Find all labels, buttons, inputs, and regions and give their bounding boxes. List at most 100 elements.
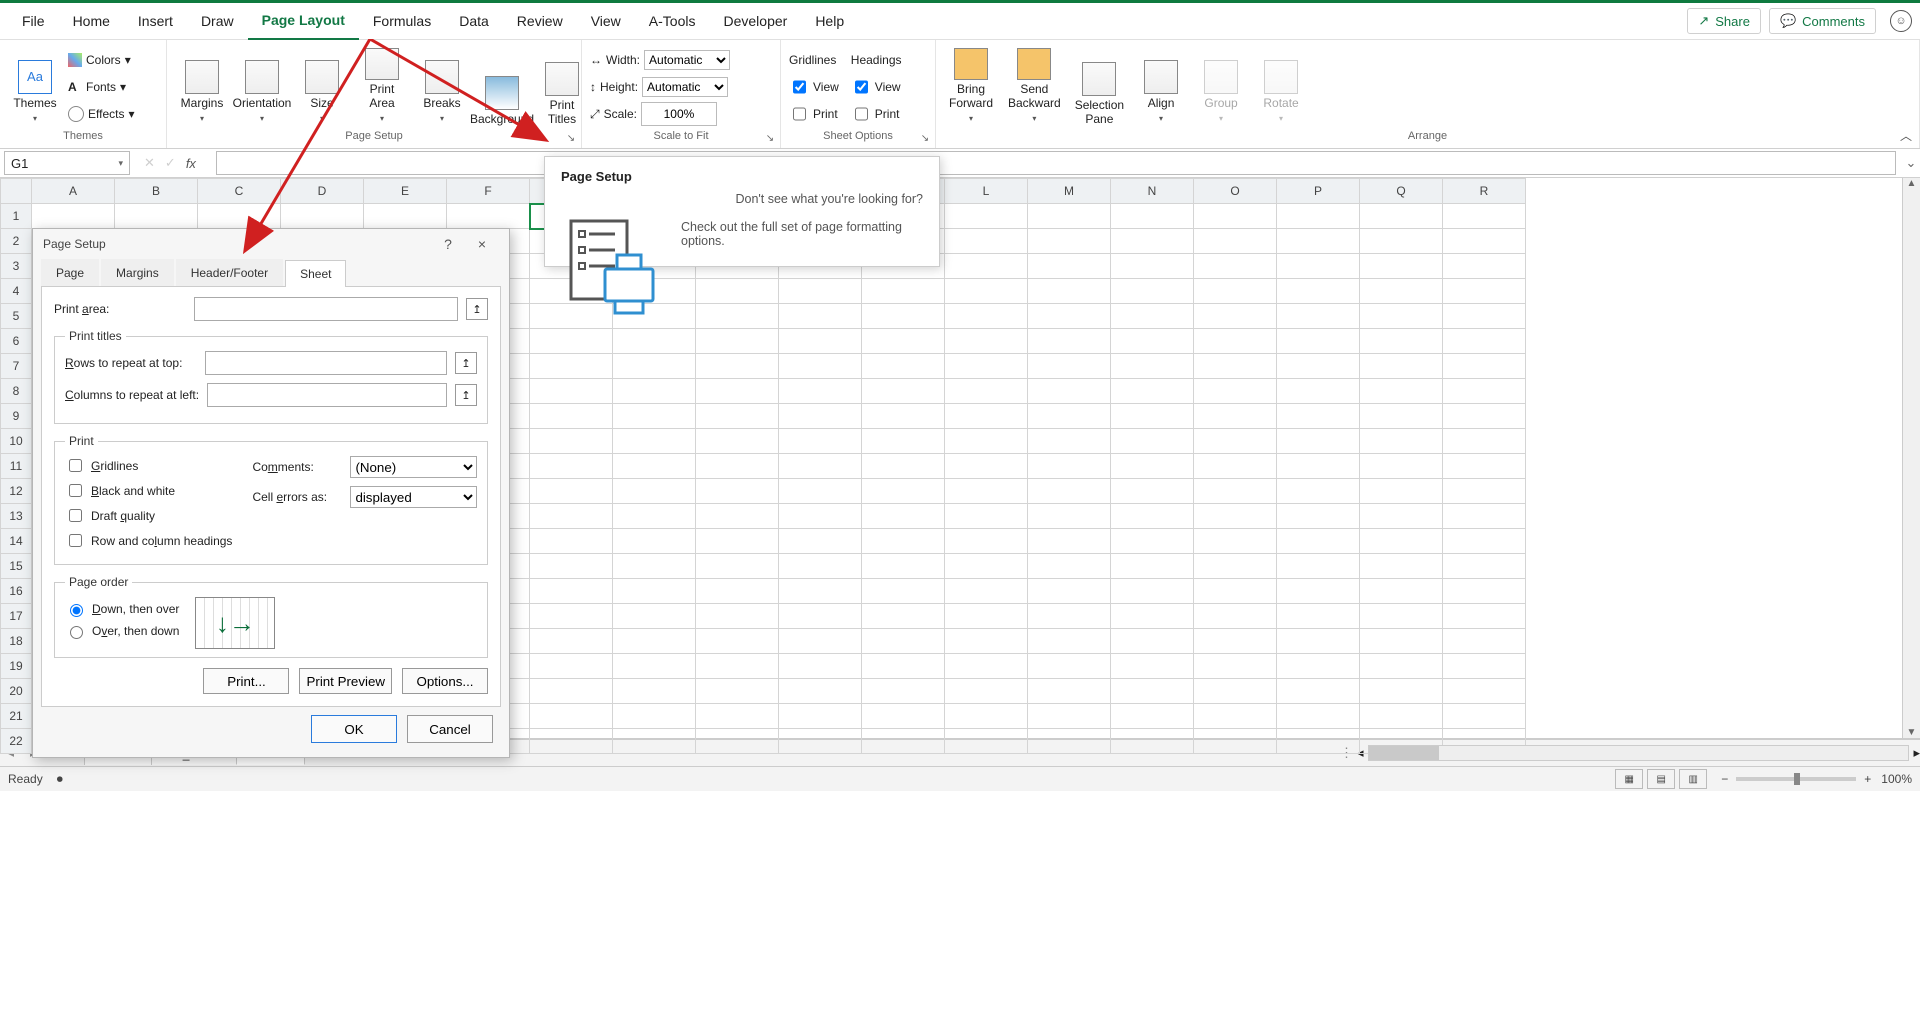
align-button[interactable]: Align▾: [1134, 46, 1188, 128]
cell[interactable]: [696, 679, 779, 704]
row-header[interactable]: 11: [1, 454, 32, 479]
cell[interactable]: [862, 579, 945, 604]
cell[interactable]: [1443, 254, 1526, 279]
cell[interactable]: [1028, 379, 1111, 404]
row-header[interactable]: 10: [1, 429, 32, 454]
cell[interactable]: [1111, 679, 1194, 704]
cell[interactable]: [1194, 304, 1277, 329]
comments-select[interactable]: (None): [350, 456, 477, 478]
cell[interactable]: [862, 304, 945, 329]
cell[interactable]: [1028, 454, 1111, 479]
row-header[interactable]: 9: [1, 404, 32, 429]
cell[interactable]: [32, 204, 115, 229]
cell[interactable]: [1277, 204, 1360, 229]
cell[interactable]: [945, 279, 1028, 304]
cell[interactable]: [1194, 604, 1277, 629]
cell[interactable]: [945, 504, 1028, 529]
bring-forward-button[interactable]: Bring Forward▾: [944, 46, 998, 128]
colors-button[interactable]: Colors▾: [68, 48, 135, 73]
row-header[interactable]: 4: [1, 279, 32, 304]
cell[interactable]: [1111, 554, 1194, 579]
col-header[interactable]: E: [364, 179, 447, 204]
cell[interactable]: [862, 479, 945, 504]
cell[interactable]: [696, 404, 779, 429]
blackwhite-check[interactable]: [69, 484, 82, 497]
cell[interactable]: [1111, 604, 1194, 629]
cell[interactable]: [1277, 429, 1360, 454]
cell[interactable]: [1194, 579, 1277, 604]
cell[interactable]: [1277, 679, 1360, 704]
cell[interactable]: [1111, 229, 1194, 254]
cell[interactable]: [1360, 529, 1443, 554]
cell[interactable]: [862, 354, 945, 379]
cell[interactable]: [1194, 454, 1277, 479]
view-pagelayout-button[interactable]: ▤: [1647, 769, 1675, 789]
row-header[interactable]: 3: [1, 254, 32, 279]
cell[interactable]: [613, 529, 696, 554]
cell[interactable]: [613, 429, 696, 454]
cell[interactable]: [779, 279, 862, 304]
cell[interactable]: [862, 604, 945, 629]
col-header[interactable]: D: [281, 179, 364, 204]
feedback-icon[interactable]: ☺: [1890, 10, 1912, 32]
cell[interactable]: [1360, 504, 1443, 529]
cell[interactable]: [945, 354, 1028, 379]
tab-atools[interactable]: A-Tools: [635, 3, 710, 39]
dialog-help-button[interactable]: ?: [431, 236, 465, 252]
cell[interactable]: [1028, 654, 1111, 679]
cell[interactable]: [1360, 229, 1443, 254]
cell[interactable]: [1194, 654, 1277, 679]
cell[interactable]: [1443, 504, 1526, 529]
cell[interactable]: [1028, 254, 1111, 279]
themes-button[interactable]: AaThemes▾: [8, 46, 62, 128]
vertical-scrollbar[interactable]: ▲▼: [1902, 178, 1920, 738]
cell[interactable]: [779, 504, 862, 529]
gridlines-view-check[interactable]: [793, 77, 806, 97]
cell[interactable]: [1360, 354, 1443, 379]
rows-repeat-input[interactable]: [205, 351, 447, 375]
cell[interactable]: [945, 404, 1028, 429]
cell[interactable]: [1360, 629, 1443, 654]
cell[interactable]: [613, 354, 696, 379]
cell[interactable]: [1360, 379, 1443, 404]
tab-review[interactable]: Review: [503, 3, 577, 39]
cell[interactable]: [862, 379, 945, 404]
over-down-radio[interactable]: [70, 626, 83, 639]
cell[interactable]: [1360, 704, 1443, 729]
tab-insert[interactable]: Insert: [124, 3, 187, 39]
cell[interactable]: [1443, 554, 1526, 579]
row-header[interactable]: 17: [1, 604, 32, 629]
cell[interactable]: [945, 629, 1028, 654]
cell[interactable]: [1277, 229, 1360, 254]
gridlines-check[interactable]: [69, 459, 82, 472]
cell[interactable]: [1111, 704, 1194, 729]
zoom-slider[interactable]: [1736, 777, 1856, 781]
zoom-out-button[interactable]: −: [1721, 772, 1728, 786]
cell[interactable]: [1277, 629, 1360, 654]
cell[interactable]: [1277, 404, 1360, 429]
row-header[interactable]: 20: [1, 679, 32, 704]
rowcol-check[interactable]: [69, 534, 82, 547]
cell[interactable]: [945, 204, 1028, 229]
cell[interactable]: [1194, 204, 1277, 229]
cell[interactable]: [1443, 304, 1526, 329]
cell[interactable]: [530, 454, 613, 479]
cell[interactable]: [862, 729, 945, 754]
col-header[interactable]: M: [1028, 179, 1111, 204]
expand-formula-bar-icon[interactable]: ⌄: [1902, 155, 1920, 171]
cell[interactable]: [779, 479, 862, 504]
cell[interactable]: [613, 654, 696, 679]
cell[interactable]: [1360, 554, 1443, 579]
cell[interactable]: [1277, 279, 1360, 304]
cell[interactable]: [1277, 554, 1360, 579]
fx-icon[interactable]: fx: [186, 156, 196, 171]
cell[interactable]: [530, 629, 613, 654]
cell[interactable]: [945, 479, 1028, 504]
breaks-button[interactable]: Breaks▾: [415, 46, 469, 128]
cell[interactable]: [530, 479, 613, 504]
cell[interactable]: [862, 654, 945, 679]
cell[interactable]: [945, 429, 1028, 454]
cell[interactable]: [1360, 279, 1443, 304]
tab-data[interactable]: Data: [445, 3, 503, 39]
cell[interactable]: [1443, 529, 1526, 554]
